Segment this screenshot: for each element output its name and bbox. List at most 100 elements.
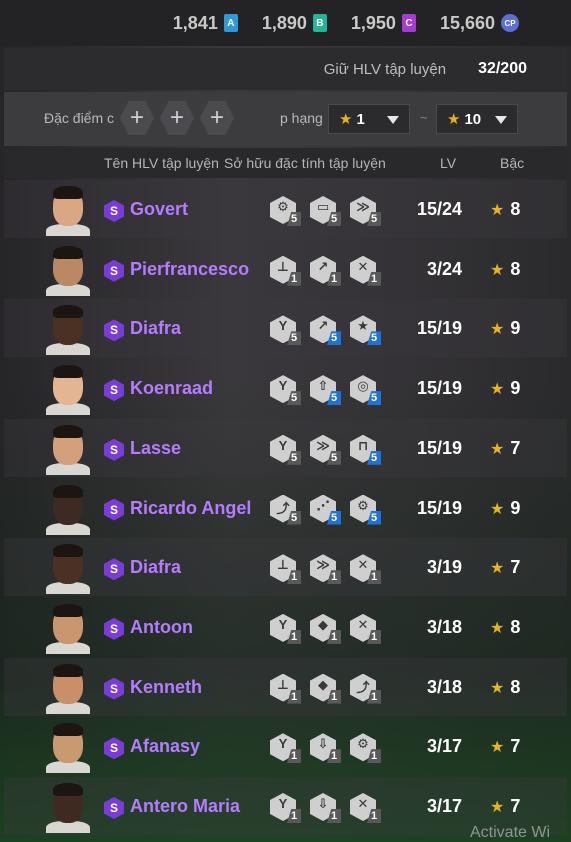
coach-level: 3/19 xyxy=(426,557,462,578)
table-row[interactable]: S Diafra ⊥ 1 ≫ 1 ✕ 1 3/19 ★ 7 xyxy=(4,538,567,597)
plus-icon: + xyxy=(169,104,184,131)
star-icon: ★ xyxy=(490,202,505,219)
coach-grade: ★ 7 xyxy=(490,796,520,817)
tackle-icon[interactable]: ≫ 5 xyxy=(350,196,381,226)
add-trait-button-2[interactable]: + xyxy=(160,101,194,135)
crossbar-icon[interactable]: ⊥ 1 xyxy=(270,554,301,585)
avatar xyxy=(46,783,90,833)
gear-icon[interactable]: ⚙ 5 xyxy=(350,494,381,525)
column-traits-header[interactable]: Sở hữu đặc tính tập luyện xyxy=(224,155,386,171)
keeper-icon[interactable]: ◆ 1 xyxy=(310,673,341,704)
coach-grade: ★ 7 xyxy=(490,557,520,578)
tie-icon[interactable]: ⇩ 1 xyxy=(310,733,341,764)
run-icon[interactable]: ⤴ 5 xyxy=(270,494,301,525)
currency-c: 1,950 C xyxy=(351,13,416,34)
coach-name: Lasse xyxy=(130,437,182,458)
strength-icon[interactable]: Y1 xyxy=(270,613,301,644)
star-icon: ★ xyxy=(490,619,505,637)
fitness-icon[interactable]: ⚙ 5 xyxy=(270,196,301,226)
season-badge-icon: S xyxy=(104,319,124,342)
coach-name: Ricardo Angel xyxy=(130,497,252,518)
avatar xyxy=(46,245,90,296)
currency-c-icon: C xyxy=(401,14,416,32)
table-row[interactable]: S Koenraad Y 5 ⇧ 5 ◎ 5 15/19 ★ 9 xyxy=(4,359,567,417)
strength-icon[interactable]: Y5 xyxy=(270,315,301,346)
season-badge-icon: S xyxy=(104,498,124,521)
season-badge-icon: S xyxy=(104,259,124,282)
shield-icon[interactable]: ▭ 5 xyxy=(310,196,341,226)
column-grade-header[interactable]: Bậc xyxy=(500,155,524,171)
star-icon: ★ xyxy=(490,679,505,697)
coach-name: Kenneth xyxy=(130,676,202,697)
crossbar-icon[interactable]: ⊥ 1 xyxy=(270,673,301,704)
table-row[interactable]: S Pierfrancesco ⊥ 1 ↗ 1 ✕ 1 3/24 ★ 8 xyxy=(4,240,567,298)
coach-level: 15/19 xyxy=(416,318,462,339)
avatar xyxy=(46,365,90,416)
coach-level: 15/19 xyxy=(416,437,462,458)
avatar xyxy=(46,305,90,356)
strength-icon[interactable]: Y1 xyxy=(270,793,301,823)
avatar xyxy=(46,484,90,535)
rank-to-value: 10 xyxy=(464,110,482,128)
crossbar-icon[interactable]: ⊥ 1 xyxy=(270,255,301,286)
strength-icon[interactable]: Y5 xyxy=(270,375,301,406)
table-row[interactable]: S Afanasy Y 1 ⇩ 1 ⚙ 1 3/17 ★ 7 xyxy=(4,717,567,775)
filter-row: Đặc điểm c + + + p hạng ★ 1 ~ ★ 10 xyxy=(4,92,567,146)
focus-icon[interactable]: ◎ 5 xyxy=(350,375,381,406)
coach-grade: ★ 7 xyxy=(490,438,520,459)
add-trait-button-3[interactable]: + xyxy=(200,101,234,135)
gear-icon[interactable]: ⚙ 1 xyxy=(350,733,381,764)
sprint-icon[interactable]: ↗ 1 xyxy=(310,255,341,286)
guard-icon[interactable]: ⊓ 5 xyxy=(350,434,381,465)
season-badge-icon: S xyxy=(104,737,124,760)
table-row[interactable]: S Kenneth ⊥ 1 ◆ 1 ⤴ 1 3/18 ★ 8 xyxy=(4,657,567,716)
coach-level: 3/18 xyxy=(426,616,462,637)
chevron-down-icon xyxy=(495,116,507,124)
holding-count: 32/200 xyxy=(478,60,527,77)
table-row[interactable]: S Diafra Y 5 ↗ 5 ★ 5 15/19 ★ 9 xyxy=(4,299,567,358)
table-row[interactable]: S Govert ⚙ 5 ▭ 5 ≫ 5 15/24 ★ 8 xyxy=(4,180,567,238)
pass-icon[interactable]: ⋰ 5 xyxy=(310,494,341,525)
skill-icon[interactable]: ★ 5 xyxy=(350,315,381,346)
tackle-icon[interactable]: ≫ 1 xyxy=(310,554,341,585)
column-name-header[interactable]: Tên HLV tập luyện xyxy=(104,155,219,171)
tie-icon[interactable]: ⇩ 1 xyxy=(310,793,341,823)
boost-icon[interactable]: ⇧ 5 xyxy=(310,375,341,406)
season-badge-icon: S xyxy=(104,438,124,461)
coach-grade: ★ 8 xyxy=(490,677,520,698)
star-icon: ★ xyxy=(447,111,461,128)
grade-value: 8 xyxy=(510,676,521,697)
rank-to-select[interactable]: ★ 10 xyxy=(436,104,518,134)
season-badge-icon: S xyxy=(104,797,124,819)
star-icon: ★ xyxy=(339,111,353,128)
rank-from-select[interactable]: ★ 1 xyxy=(328,104,410,134)
season-badge-icon: S xyxy=(104,379,124,402)
dribble-icon[interactable]: ≫ 5 xyxy=(310,434,341,465)
add-trait-button-1[interactable]: + xyxy=(120,101,154,135)
header-icon[interactable]: ✕ 1 xyxy=(350,793,381,823)
grade-value: 7 xyxy=(510,557,521,578)
strength-icon[interactable]: Y5 xyxy=(270,434,301,465)
season-badge-icon: S xyxy=(104,200,124,222)
column-lv-header[interactable]: LV xyxy=(440,155,456,171)
keeper-icon[interactable]: ◆ 1 xyxy=(310,613,341,644)
coach-name: Pierfrancesco xyxy=(130,258,250,279)
coach-name: Antoon xyxy=(130,616,193,637)
coach-name: Afanasy xyxy=(130,736,201,757)
table-row[interactable]: S Antoon Y 1 ◆ 1 ✕ 1 3/18 ★ 8 xyxy=(4,598,567,656)
avatar xyxy=(46,603,90,654)
header-icon[interactable]: ✕ 1 xyxy=(350,255,381,286)
grade-value: 7 xyxy=(510,736,521,757)
table-header: Tên HLV tập luyện Sở hữu đặc tính tập lu… xyxy=(4,148,567,178)
coach-level: 15/19 xyxy=(416,378,462,399)
star-icon: ★ xyxy=(490,261,505,279)
strength-icon[interactable]: Y1 xyxy=(270,733,301,764)
table-row[interactable]: S Lasse Y 5 ≫ 5 ⊓ 5 15/19 ★ 7 xyxy=(4,418,567,477)
kick-icon[interactable]: ✕ 1 xyxy=(350,613,381,644)
run-icon[interactable]: ⤴ 1 xyxy=(350,673,381,704)
shot-icon[interactable]: ↗ 5 xyxy=(310,315,341,346)
table-row[interactable]: S Ricardo Angel ⤴ 5 ⋰ 5 ⚙ 5 15/19 ★ 9 xyxy=(4,479,567,537)
avatar xyxy=(46,723,90,774)
header-icon[interactable]: ✕ 1 xyxy=(350,554,381,585)
coach-grade: ★ 7 xyxy=(490,736,520,757)
